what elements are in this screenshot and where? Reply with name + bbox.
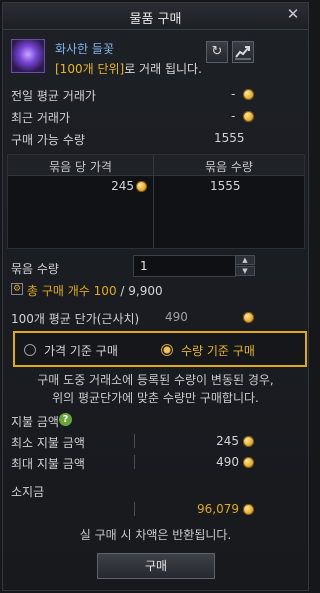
radio-qty-based[interactable]: 수량 기준 구매 (161, 342, 271, 358)
recent-price-label: 최근 거래가 (11, 111, 71, 125)
bundle-qty-value: 1 (140, 259, 148, 273)
qty-decrease-button[interactable]: ▼ (235, 266, 255, 276)
gold-coin-icon (243, 89, 254, 100)
radio-circle-selected (161, 344, 173, 356)
gold-coin-icon (243, 457, 254, 468)
purple-flower-icon (11, 39, 45, 73)
total-count-current: 100 (93, 284, 117, 298)
radio-qty-label: 수량 기준 구매 (181, 344, 255, 358)
divider (134, 455, 135, 469)
col-header-qty: 묶음 수량 (205, 160, 253, 174)
row-price: 245 (111, 179, 134, 193)
refresh-icon: ↻ (211, 44, 223, 59)
gold-coin-icon (136, 181, 147, 192)
buyable-qty-label: 구매 가능 수량 (11, 133, 85, 147)
gold-coin-icon (243, 111, 254, 122)
notice-line-2: 위의 평균단가에 맞춘 수량만 구매합니다. (52, 391, 259, 405)
item-trade-unit: [100개 단위]로 거래 됩니다. (55, 60, 202, 77)
gold-coin-icon (243, 312, 254, 323)
item-name: 화사한 들꽃 (55, 42, 115, 56)
notice-line-1: 구매 도중 거래소에 등록된 수량이 변동된 경우, (37, 373, 274, 387)
table-row[interactable]: 245 1555 (8, 179, 304, 195)
max-payment-value: 490 (216, 455, 239, 469)
trade-unit-highlight: [100개 단위] (55, 62, 125, 76)
min-payment-label: 최소 지불 금액 (11, 436, 85, 450)
total-count-separator: / (116, 284, 129, 298)
buy-button[interactable]: 구매 (97, 553, 215, 579)
column-divider (153, 155, 154, 248)
avg-price-value: 490 (165, 310, 188, 324)
window-title: 물품 구매 (129, 12, 182, 27)
prev-day-avg-value: - (231, 87, 236, 101)
max-payment-label: 최대 지불 금액 (11, 457, 85, 471)
min-payment-value: 245 (216, 434, 239, 448)
funds-value: 96,079 (197, 502, 239, 516)
close-icon[interactable]: ✕ (284, 5, 302, 25)
trade-unit-text: 로 거래 됩니다. (124, 62, 202, 76)
purchase-window: 물품 구매 ✕ 화사한 들꽃 [100개 단위]로 거래 됩니다. ↻ 전일 평… (2, 2, 309, 591)
recent-price-value: - (231, 109, 236, 123)
avg-price-label: 100개 평균 단가(근사치) (11, 312, 140, 326)
qty-increase-button[interactable]: ▲ (235, 255, 255, 265)
funds-title: 소지금 (11, 485, 45, 499)
price-table: 묶음 당 가격 묶음 수량 245 1555 (7, 154, 305, 249)
divider (134, 502, 135, 516)
refund-note: 실 구매 시 차액은 반환됩니다. (79, 528, 232, 542)
refresh-button[interactable]: ↻ (206, 41, 228, 63)
total-purchase-count: 총 구매 개수 100 / 9,900 (27, 282, 163, 299)
trend-chart-icon (235, 46, 251, 60)
prev-day-avg-label: 전일 평균 거래가 (11, 89, 96, 103)
radio-circle (24, 344, 36, 356)
radio-price-based[interactable]: 가격 기준 구매 (24, 342, 134, 358)
gold-coin-icon (243, 504, 254, 515)
bundle-qty-input[interactable]: 1 (133, 255, 236, 277)
divider (134, 434, 135, 448)
total-count-label: 총 구매 개수 (27, 284, 90, 298)
col-header-price: 묶음 당 가격 (49, 160, 112, 174)
radio-price-label: 가격 기준 구매 (44, 344, 118, 358)
bundle-qty-label: 묶음 수량 (11, 262, 59, 276)
price-graph-button[interactable] (232, 41, 254, 63)
row-qty: 1555 (210, 179, 241, 193)
payment-title: 지불 금액 (11, 415, 59, 429)
settings-gear-icon: ⚙ (11, 283, 23, 295)
total-count-max: 9,900 (128, 284, 163, 298)
help-icon[interactable]: ? (59, 413, 72, 426)
gold-coin-icon (243, 436, 254, 447)
buyable-qty-value: 1555 (214, 131, 245, 145)
